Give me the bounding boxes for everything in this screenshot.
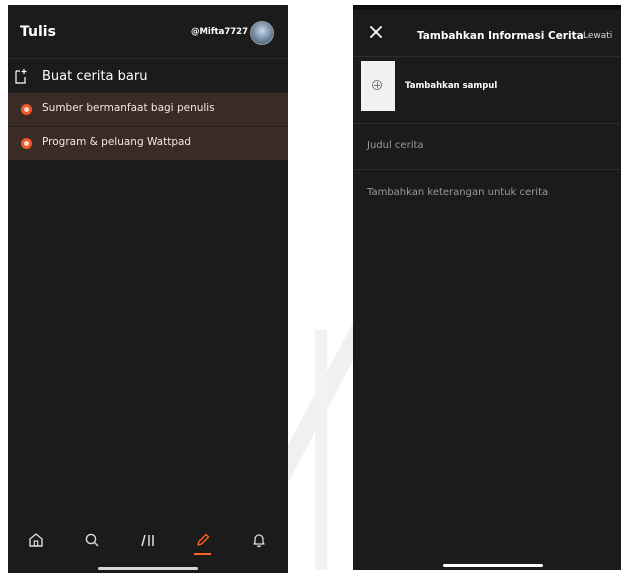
add-cover-label: Tambahkan sampul [405, 81, 498, 91]
search-icon[interactable] [83, 531, 101, 549]
list-item-label: Sumber bermanfaat bagi penulis [42, 102, 215, 114]
home-indicator [443, 564, 543, 567]
page-title: Tulis [20, 24, 56, 40]
bottom-nav [8, 525, 288, 555]
story-info-screen: Tambahkan Informasi Cerita Lewati Tambah… [353, 5, 621, 570]
bell-icon[interactable] [250, 531, 268, 549]
story-title-placeholder: Judul cerita [367, 140, 424, 151]
add-cover-button[interactable]: Tambahkan sampul [353, 57, 621, 124]
pencil-icon[interactable] [194, 531, 212, 549]
story-title-field[interactable]: Judul cerita [353, 123, 621, 170]
story-description-placeholder: Tambahkan keterangan untuk cerita [367, 187, 549, 198]
list-item-writer-resources[interactable]: Sumber bermanfaat bagi penulis [8, 93, 288, 127]
watermark-shape [315, 330, 327, 570]
list-item-label: Program & peluang Wattpad [42, 136, 192, 148]
active-tab-indicator [194, 553, 211, 555]
close-icon[interactable] [369, 25, 383, 39]
page-title: Tambahkan Informasi Cerita [417, 30, 584, 42]
home-icon[interactable] [27, 531, 45, 549]
new-story-label: Buat cerita baru [42, 69, 148, 84]
library-icon[interactable] [139, 531, 157, 549]
header: Tulis @Mifta7727 [8, 5, 288, 59]
list-item-wattpad-programs[interactable]: Program & peluang Wattpad [8, 127, 288, 160]
new-story-button[interactable]: Buat cerita baru [8, 61, 288, 94]
write-screen: Tulis @Mifta7727 Buat cerita baru Sumber… [8, 5, 288, 573]
star-badge-icon [21, 138, 32, 149]
story-description-field[interactable]: Tambahkan keterangan untuk cerita [353, 170, 621, 216]
username[interactable]: @Mifta7727 [191, 27, 248, 37]
resource-icon [21, 104, 32, 115]
skip-button[interactable]: Lewati [583, 31, 612, 41]
add-circle-icon [372, 80, 382, 90]
avatar[interactable] [250, 21, 274, 45]
header: Tambahkan Informasi Cerita Lewati [353, 10, 621, 57]
home-indicator [98, 567, 198, 570]
new-document-icon [15, 69, 27, 84]
